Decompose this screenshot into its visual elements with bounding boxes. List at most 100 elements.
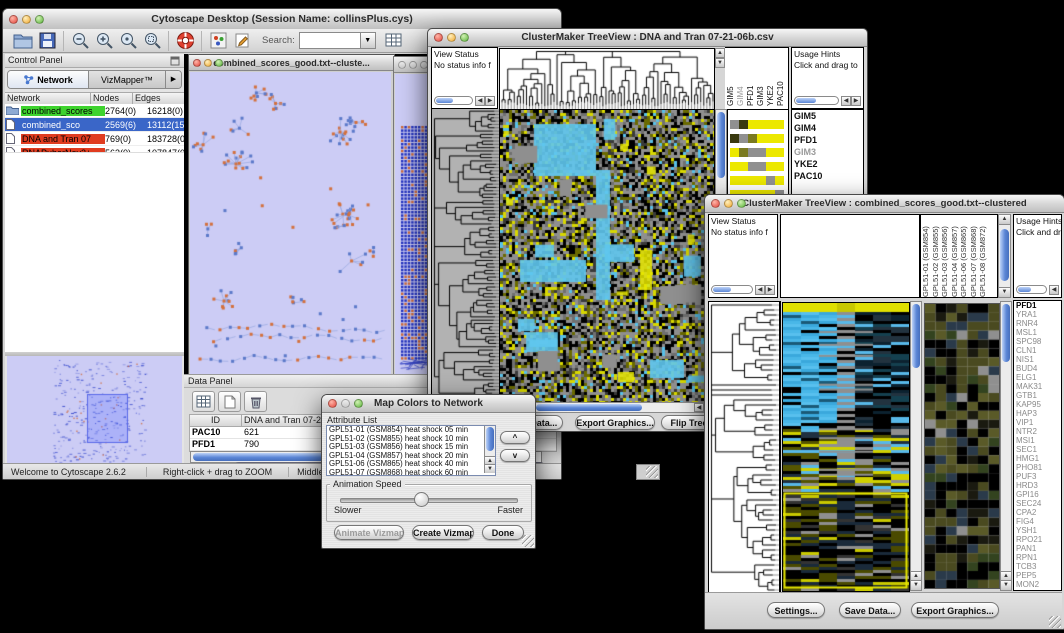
gene-label[interactable]: ELG1 xyxy=(1014,373,1061,382)
gene-label[interactable]: HRD3 xyxy=(1014,481,1061,490)
minimize-icon[interactable] xyxy=(724,199,733,208)
gene-label[interactable]: HAP3 xyxy=(1014,409,1061,418)
scrollbar-thumb[interactable] xyxy=(1000,229,1009,281)
view-status-scrollbar[interactable]: ◀▶ xyxy=(434,95,495,106)
tv2-gene-scrollbar[interactable]: ▲ ▼ xyxy=(1000,301,1012,591)
minimize-icon[interactable] xyxy=(341,399,350,408)
network-row[interactable]: combined_sco2569(6)13112(15) xyxy=(5,118,184,132)
scrollbar-thumb[interactable] xyxy=(717,112,725,178)
gene-label[interactable]: TCB3 xyxy=(1014,562,1061,571)
tv1-window-controls[interactable] xyxy=(434,33,469,42)
window-controls[interactable] xyxy=(9,15,44,24)
scroll-down-icon[interactable]: ▼ xyxy=(1001,580,1011,590)
animate-vizmap-button[interactable]: Animate Vizmap xyxy=(334,525,404,540)
zoom-window-icon[interactable] xyxy=(460,33,469,42)
zoom-in-button[interactable] xyxy=(92,30,116,52)
gene-label[interactable]: CLN1 xyxy=(1014,346,1061,355)
network-tree-empty-area[interactable] xyxy=(5,152,184,352)
scroll-left-icon[interactable]: ◀ xyxy=(694,403,704,412)
tab-vizmapper[interactable]: VizMapper™ xyxy=(89,71,166,88)
scrollbar-thumb[interactable] xyxy=(486,427,494,451)
attribute-list[interactable]: GPL51-01 (GSM854) heat shock 05 minGPL51… xyxy=(326,425,496,476)
tv1-heatmap[interactable] xyxy=(499,109,715,403)
scrollbar-thumb[interactable] xyxy=(1002,304,1010,362)
gene-label[interactable]: FIG4 xyxy=(1014,517,1061,526)
gene-label[interactable]: YRA1 xyxy=(1014,310,1061,319)
gene-label[interactable]: GPI16 xyxy=(1014,490,1061,499)
attribute-list-scrollbar[interactable]: ▲ ▼ xyxy=(484,426,495,473)
zoom-window-icon[interactable] xyxy=(354,399,363,408)
vizmapper-button[interactable] xyxy=(206,30,230,52)
save-session-button[interactable] xyxy=(35,30,59,52)
delete-attribute-button[interactable] xyxy=(244,391,267,412)
tv2-column-dendrogram-area[interactable] xyxy=(780,214,920,298)
tv1-column-dendrogram[interactable] xyxy=(499,48,715,110)
gene-label[interactable]: RPO21 xyxy=(1014,535,1061,544)
network-overview-navigator[interactable] xyxy=(7,356,182,466)
scroll-left-icon[interactable]: ◀ xyxy=(841,96,851,106)
zoom-fit-button[interactable] xyxy=(140,30,164,52)
gene-label[interactable]: PHO81 xyxy=(1014,463,1061,472)
gene-label[interactable]: SEC1 xyxy=(1014,445,1061,454)
select-attributes-button[interactable] xyxy=(192,391,215,412)
dialog-window-controls[interactable] xyxy=(328,399,363,408)
network-window2-controls[interactable] xyxy=(398,61,428,69)
search-input[interactable] xyxy=(299,32,361,49)
gene-label[interactable]: PUF3 xyxy=(1014,472,1061,481)
close-icon[interactable] xyxy=(9,15,18,24)
gene-label[interactable]: MSI1 xyxy=(1014,436,1061,445)
minimize-icon[interactable] xyxy=(22,15,31,24)
zoom-window-icon[interactable] xyxy=(215,59,223,67)
network-row[interactable]: combined_scores2764(0)16218(0) xyxy=(5,104,184,118)
zoom-out-button[interactable] xyxy=(68,30,92,52)
main-title-bar[interactable]: Cytoscape Desktop (Session Name: collins… xyxy=(3,9,561,30)
speed-slider-thumb[interactable] xyxy=(414,492,429,507)
resize-grip[interactable] xyxy=(522,535,534,547)
tv2-save-data-button[interactable]: Save Data... xyxy=(839,602,901,618)
attribute-editor-button[interactable] xyxy=(382,30,406,52)
gene-label[interactable]: SPC98 xyxy=(1014,337,1061,346)
open-session-button[interactable] xyxy=(11,30,35,52)
tab-network[interactable]: Network xyxy=(8,71,89,88)
attribute-item[interactable]: GPL51-02 (GSM855) heat shock 10 min xyxy=(329,435,495,444)
move-up-button[interactable]: ^ xyxy=(500,431,530,444)
create-vizmap-button[interactable]: Create Vizmap xyxy=(412,525,474,540)
tv1-zoom-matrix[interactable] xyxy=(730,120,784,174)
gene-label[interactable]: KAP95 xyxy=(1014,400,1061,409)
network-window-title-bar[interactable]: combined_scores_good.txt--cluste... xyxy=(189,55,394,71)
attribute-item[interactable]: GPL51-01 (GSM854) heat shock 05 min xyxy=(329,426,495,435)
attribute-item[interactable]: GPL51-07 (GSM868) heat shock 60 min xyxy=(329,469,495,477)
zoom-window-icon[interactable] xyxy=(35,15,44,24)
gene-label[interactable]: MON2 xyxy=(1014,580,1061,589)
gene-label[interactable]: MSL1 xyxy=(1014,328,1061,337)
gene-label[interactable]: NTR2 xyxy=(1014,427,1061,436)
tv2-export-graphics-button[interactable]: Export Graphics... xyxy=(911,602,999,618)
dialog-title-bar[interactable]: Map Colors to Network xyxy=(322,395,535,413)
tv2-settings-button[interactable]: Settings... xyxy=(767,602,825,618)
resize-grip[interactable] xyxy=(1049,616,1061,628)
gene-label[interactable]: RPN1 xyxy=(1014,553,1061,562)
scroll-down-icon[interactable]: ▼ xyxy=(715,58,725,68)
gene-label[interactable]: BUD4 xyxy=(1014,364,1061,373)
scroll-down-icon[interactable]: ▼ xyxy=(999,287,1010,297)
zoom-selected-button[interactable] xyxy=(116,30,140,52)
view-status-scrollbar[interactable]: ◀▶ xyxy=(711,284,775,295)
gene-label[interactable]: CPA2 xyxy=(1014,508,1061,517)
move-down-button[interactable]: v xyxy=(500,449,530,462)
minimize-icon[interactable] xyxy=(409,61,417,69)
new-attribute-button[interactable] xyxy=(218,391,241,412)
usage-hints-scrollbar[interactable]: ◀▶ xyxy=(794,95,861,106)
attribute-item[interactable]: GPL51-04 (GSM857) heat shock 20 min xyxy=(329,452,495,461)
gene-label[interactable]: RNR4 xyxy=(1014,319,1061,328)
gene-label[interactable]: HMG1 xyxy=(1014,454,1061,463)
scroll-right-icon[interactable]: ▶ xyxy=(851,96,861,106)
tv2-title-bar[interactable]: ClusterMaker TreeView : combined_scores_… xyxy=(705,195,1064,213)
scroll-down-icon[interactable]: ▼ xyxy=(911,580,921,590)
scroll-up-icon[interactable]: ▲ xyxy=(715,48,725,58)
gene-label[interactable]: SEC24 xyxy=(1014,499,1061,508)
scrollbar-thumb[interactable] xyxy=(912,304,920,368)
search-dropdown-button[interactable]: ▼ xyxy=(361,32,376,49)
tv2-column-label-scrollbar[interactable]: ▲ ▼ xyxy=(998,214,1011,298)
tv2-window-controls[interactable] xyxy=(711,199,746,208)
gene-label[interactable]: PFD1 xyxy=(1014,301,1061,310)
